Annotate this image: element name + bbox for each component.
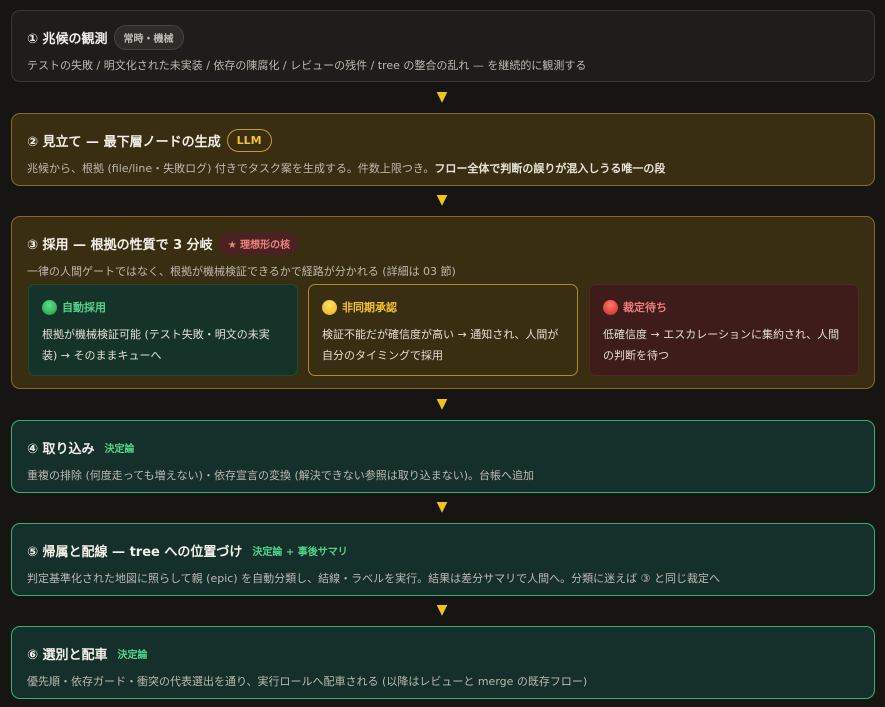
flow-arrow-2: ▼ (436, 192, 448, 208)
step-1-description: テストの失敗 / 明文化された未実装 / 依存の陳腐化 / レビューの残件 / … (27, 59, 587, 72)
flow-arrow-4: ▼ (436, 499, 448, 515)
branch-auto-adopt-label: 自動採用 (62, 301, 106, 314)
branch-async-approval-text: 検証不能だが確信度が高い → 通知され、人間が自分のタイミングで採用 (322, 328, 559, 362)
adoption-branches: 自動採用 根拠が機械検証可能 (テスト失敗・明文の未実装) → そのままキューへ… (28, 284, 859, 376)
branch-awaiting-ruling: 裁定待ち 低確信度 → エスカレーションに集約され、人間の判断を待つ (589, 284, 859, 376)
step-3-title: ③ 採用 — 根拠の性質で 3 分岐 (27, 237, 213, 253)
step-2-description: 兆候から、根拠 (file/line・失敗ログ) 付きでタスク案を生成する。件数… (27, 160, 859, 176)
branch-async-approval-label: 非同期承認 (342, 301, 397, 314)
step-6-description: 優先順・依存ガード・衝突の代表選出を通り、実行ロールへ配車される (以降はレビュ… (27, 675, 588, 688)
red-circle-icon (603, 299, 618, 315)
step-2-desc-emphasis: フロー全体で判断の誤りが混入しうる唯一の段 (434, 162, 666, 175)
branch-awaiting-ruling-label: 裁定待ち (623, 301, 667, 314)
step-4-card: ④ 取り込み 決定論 重複の排除 (何度走っても増えない)・依存宣言の変換 (解… (11, 420, 875, 493)
step-3-badge: ★ 理想形の核 (218, 231, 300, 255)
step-5-badge: 決定論 + 事後サマリ (252, 546, 348, 558)
step-5-description: 判定基準化された地図に照らして親 (epic) を自動分類し、結線・ラベルを実行… (27, 572, 720, 585)
step-2-title: ② 見立て — 最下層ノードの生成 (27, 134, 221, 150)
step-5-title: ⑤ 帰属と配線 — tree への位置づけ (27, 544, 243, 560)
step-6-header: ⑥ 選別と配車 決定論 (27, 641, 859, 665)
step-5-card: ⑤ 帰属と配線 — tree への位置づけ 決定論 + 事後サマリ 判定基準化さ… (11, 523, 875, 596)
step-4-badge: 決定論 (104, 443, 135, 455)
flow-arrow-5: ▼ (436, 602, 448, 618)
step-2-desc-text: 兆候から、根拠 (file/line・失敗ログ) 付きでタスク案を生成する。件数… (27, 162, 435, 175)
yellow-circle-icon (322, 299, 337, 315)
flow-arrow-3: ▼ (436, 396, 448, 412)
branch-auto-adopt-header: 自動採用 (42, 299, 284, 315)
branch-auto-adopt-text: 根拠が機械検証可能 (テスト失敗・明文の未実装) → そのままキューへ (42, 328, 270, 362)
step-6-badge: 決定論 (117, 649, 148, 661)
step-1-badge: 常時・機械 (113, 24, 184, 50)
branch-auto-adopt: 自動採用 根拠が機械検証可能 (テスト失敗・明文の未実装) → そのままキューへ (28, 284, 298, 376)
step-1-title: ① 兆候の観測 (27, 31, 108, 47)
step-4-title: ④ 取り込み (27, 441, 95, 457)
flow-arrow-1: ▼ (436, 89, 448, 105)
step-6-title: ⑥ 選別と配車 (27, 647, 108, 663)
step-2-badge: LLM (226, 128, 272, 152)
step-3-description: 一律の人間ゲートではなく、根拠が機械検証できるかで経路が分かれる (詳細は 03… (27, 265, 456, 278)
branch-async-approval-header: 非同期承認 (322, 299, 564, 315)
step-4-description: 重複の排除 (何度走っても増えない)・依存宣言の変換 (解決できない参照は取り込… (27, 469, 535, 482)
branch-awaiting-ruling-text: 低確信度 → エスカレーションに集約され、人間の判断を待つ (603, 328, 840, 362)
step-5-header: ⑤ 帰属と配線 — tree への位置づけ 決定論 + 事後サマリ (27, 538, 859, 562)
step-3-header: ③ 採用 — 根拠の性質で 3 分岐 ★ 理想形の核 (27, 231, 859, 255)
step-2-header: ② 見立て — 最下層ノードの生成 LLM (27, 128, 859, 152)
branch-async-approval: 非同期承認 検証不能だが確信度が高い → 通知され、人間が自分のタイミングで採用 (308, 284, 578, 376)
branch-awaiting-ruling-header: 裁定待ち (603, 299, 845, 315)
step-1-header: ① 兆候の観測 常時・機械 (27, 24, 859, 50)
green-circle-icon (42, 299, 57, 315)
step-4-header: ④ 取り込み 決定論 (27, 435, 859, 459)
step-1-card: ① 兆候の観測 常時・機械 テストの失敗 / 明文化された未実装 / 依存の陳腐… (11, 10, 875, 82)
step-2-card: ② 見立て — 最下層ノードの生成 LLM 兆候から、根拠 (file/line… (11, 113, 875, 186)
step-6-card: ⑥ 選別と配車 決定論 優先順・依存ガード・衝突の代表選出を通り、実行ロールへ配… (11, 626, 875, 699)
step-3-card: ③ 採用 — 根拠の性質で 3 分岐 ★ 理想形の核 一律の人間ゲートではなく、… (11, 216, 875, 389)
